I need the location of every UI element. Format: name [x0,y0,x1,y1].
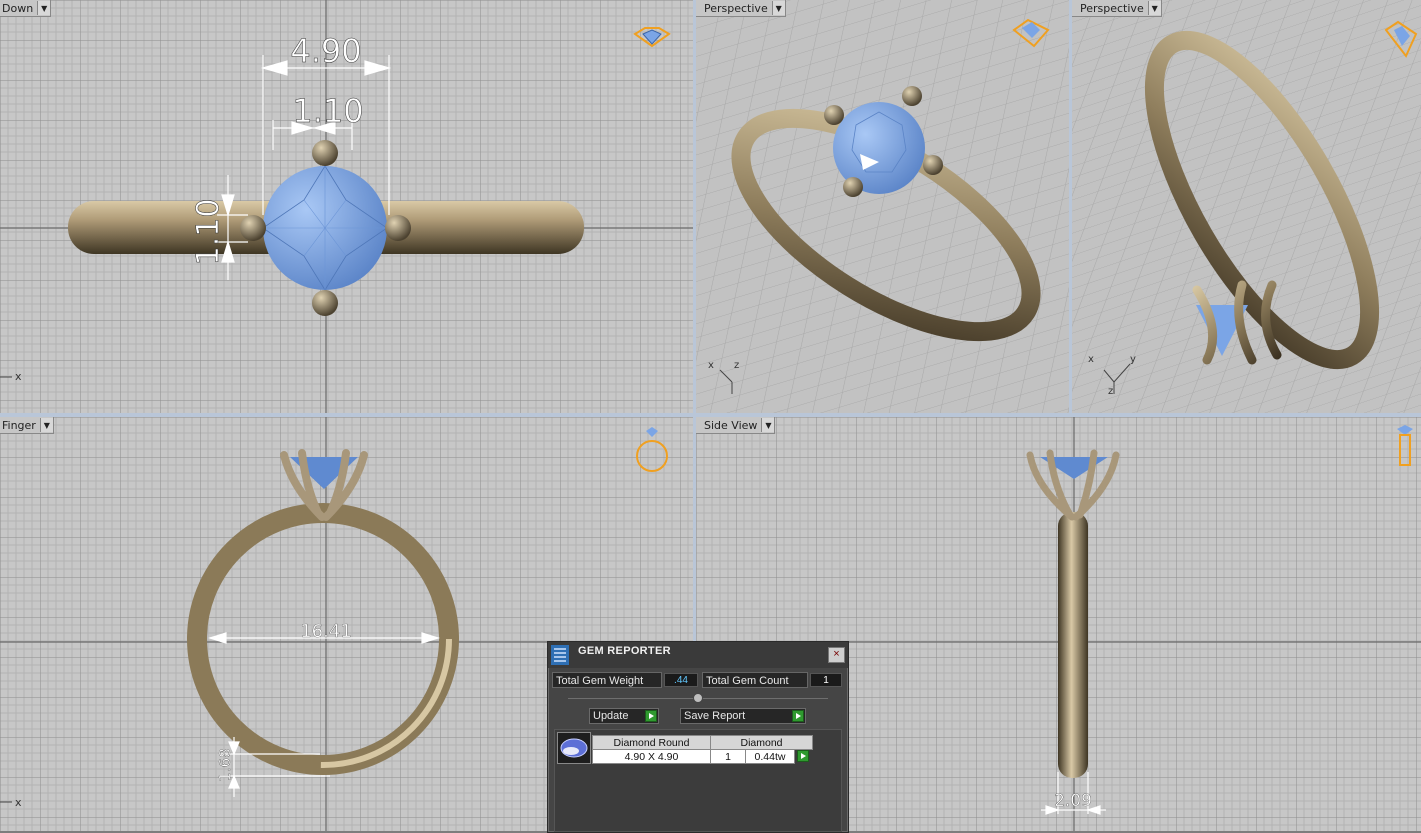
axis-y-label: y [1130,354,1136,365]
axis-x-label: x [1088,354,1094,365]
viewport-title-perspective-2[interactable]: Perspective ▼ [1072,0,1162,17]
viewport-perspective-1-canvas[interactable]: x z [696,0,1069,413]
gem-reporter-titlebar[interactable]: GEM REPORTER × [548,642,848,668]
dim-prong-width: 1.10 [292,92,363,130]
play-icon[interactable] [645,710,657,722]
total-gem-weight-value: .44 [664,673,698,687]
viewport-separator-vertical-2[interactable] [1069,0,1072,413]
viewport-title-label: Finger [2,418,36,432]
axis-x-label: x [15,370,22,383]
viewport-menu-dropdown[interactable]: ▼ [761,418,775,432]
viewport-title-finger[interactable]: Finger ▼ [0,417,54,434]
save-report-button-label: Save Report [684,710,746,722]
dim-inner-diameter: 16.41 [300,621,352,642]
gem-reporter-logo-icon [551,645,569,665]
gem-count-cell: 1 [710,749,746,764]
viewport-perspective-2-canvas[interactable]: x y z [1072,0,1421,413]
viewport-menu-dropdown[interactable]: ▼ [1147,1,1161,15]
gem-size-cell: 4.90 X 4.90 [592,749,711,764]
gem-reporter-panel: GEM REPORTER × Total Gem Weight .44 Tota… [547,641,849,833]
dim-prong-height: 1.10 [191,199,226,266]
gem-material-cell: Diamond [710,735,813,750]
viewport-perspective-2[interactable]: x y z Perspective ▼ [1072,0,1421,413]
gem-select-play-icon[interactable] [797,750,809,762]
viewport-perspective-1[interactable]: x z Perspective ▼ [696,0,1069,413]
viewport-menu-dropdown[interactable]: ▼ [37,1,51,15]
gem-reporter-title: GEM REPORTER [578,645,671,657]
viewport-title-down[interactable]: Down ▼ [0,0,52,17]
viewport-menu-dropdown[interactable]: ▼ [39,418,53,432]
save-report-button[interactable]: Save Report [680,708,806,724]
axis-x-label: x [15,796,22,809]
viewport-title-perspective-1[interactable]: Perspective ▼ [696,0,786,17]
dim-gem-width: 4.90 [290,32,361,70]
gem-type-cell: Diamond Round [592,735,711,750]
axis-z-label: z [734,360,739,371]
total-gem-weight-label: Total Gem Weight [552,672,662,688]
gem-reporter-collapse-handle[interactable] [693,693,703,703]
viewport-down-canvas[interactable]: 4.90 1.10 1.10 x [0,0,693,413]
viewport-down[interactable]: 4.90 1.10 1.10 x Down ▼ [0,0,693,413]
viewport-title-label: Perspective [1080,1,1144,15]
viewport-title-side[interactable]: Side View ▼ [696,417,776,434]
viewport-menu-dropdown[interactable]: ▼ [771,1,785,15]
viewport-title-label: Perspective [704,1,768,15]
viewport-title-label: Side View [704,418,758,432]
viewport-title-label: Down [2,1,34,15]
axis-z-label: z [1108,386,1113,397]
gem-weight-cell: 0.44tw [745,749,795,764]
dim-band-width: 2.09 [1054,791,1092,811]
total-gem-count-value: 1 [810,673,842,687]
gem-list[interactable]: Diamond Round Diamond 4.90 X 4.90 1 0.44… [554,729,842,832]
update-button[interactable]: Update [589,708,659,724]
axis-x-label: x [708,360,714,371]
ring-band-side [1058,512,1088,778]
play-icon[interactable] [792,710,804,722]
diamond-round-thumbnail-icon [557,732,591,764]
close-icon[interactable]: × [828,647,845,663]
dim-band-thickness: 1.68 [216,748,234,781]
gem-list-row[interactable]: Diamond Round Diamond 4.90 X 4.90 1 0.44… [557,732,817,764]
total-gem-count-label: Total Gem Count [702,672,808,688]
update-button-label: Update [593,710,629,722]
